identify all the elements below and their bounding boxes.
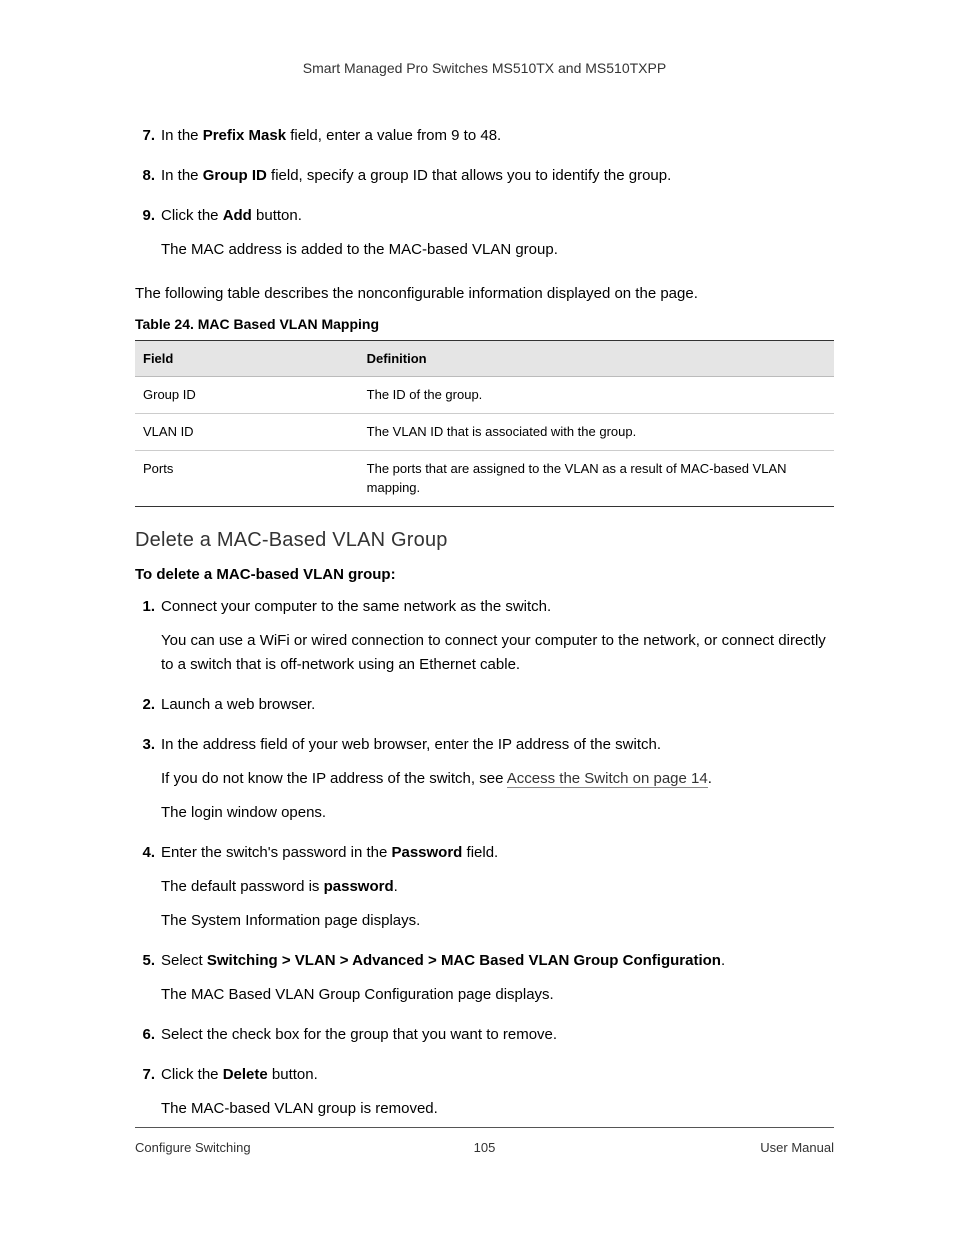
step-item: 8. In the Group ID field, specify a grou… <box>135 164 834 198</box>
text: . <box>721 952 725 969</box>
step-body: Enter the switch's password in the Passw… <box>161 841 834 943</box>
text: field, enter a value from 9 to 48. <box>286 127 501 144</box>
detail-text: You can use a WiFi or wired connection t… <box>161 629 834 677</box>
field-name: Prefix Mask <box>203 127 286 144</box>
cell-definition: The ID of the group. <box>359 377 834 414</box>
detail-text: The MAC Based VLAN Group Configuration p… <box>161 983 834 1007</box>
step-number: 2. <box>135 693 161 727</box>
button-name: Add <box>223 207 252 224</box>
step-number: 1. <box>135 595 161 687</box>
step-number: 4. <box>135 841 161 943</box>
step-item: 6. Select the check box for the group th… <box>135 1023 834 1057</box>
page-header-title: Smart Managed Pro Switches MS510TX and M… <box>135 60 834 76</box>
cell-definition: The ports that are assigned to the VLAN … <box>359 451 834 506</box>
page-footer: Configure Switching 105 User Manual <box>135 1127 834 1155</box>
detail-text: The default password is password. <box>161 875 834 899</box>
col-field: Field <box>135 341 359 377</box>
table-caption: Table 24. MAC Based VLAN Mapping <box>135 316 834 332</box>
table-row: VLAN ID The VLAN ID that is associated w… <box>135 414 834 451</box>
cell-field: Group ID <box>135 377 359 414</box>
steps-list-b: 1. Connect your computer to the same net… <box>135 595 834 1131</box>
text: button. <box>268 1066 318 1083</box>
text: In the <box>161 167 203 184</box>
step-body: In the Prefix Mask field, enter a value … <box>161 124 834 158</box>
text: In the address field of your web browser… <box>161 733 834 757</box>
step-number: 9. <box>135 204 161 272</box>
menu-path: Switching > VLAN > Advanced > MAC Based … <box>207 952 721 969</box>
field-name: Password <box>391 844 462 861</box>
text: Click the <box>161 207 223 224</box>
step-item: 9. Click the Add button. The MAC address… <box>135 204 834 272</box>
text: In the <box>161 127 203 144</box>
step-body: In the address field of your web browser… <box>161 733 834 835</box>
text: field, specify a group ID that allows yo… <box>267 167 671 184</box>
procedure-intro: To delete a MAC-based VLAN group: <box>135 566 834 583</box>
step-item: 2. Launch a web browser. <box>135 693 834 727</box>
steps-list-a: 7. In the Prefix Mask field, enter a val… <box>135 124 834 272</box>
table-header-row: Field Definition <box>135 341 834 377</box>
result-text: The MAC-based VLAN group is removed. <box>161 1097 834 1121</box>
step-number: 3. <box>135 733 161 835</box>
step-body: Select Switching > VLAN > Advanced > MAC… <box>161 949 834 1017</box>
detail-text: The login window opens. <box>161 801 834 825</box>
text: Click the <box>161 1066 223 1083</box>
text: If you do not know the IP address of the… <box>161 770 507 787</box>
text: . <box>394 878 398 895</box>
step-number: 8. <box>135 164 161 198</box>
cross-reference-link[interactable]: Access the Switch on page 14 <box>507 770 708 788</box>
table-row: Ports The ports that are assigned to the… <box>135 451 834 506</box>
detail-text: If you do not know the IP address of the… <box>161 767 834 791</box>
step-body: Connect your computer to the same networ… <box>161 595 834 687</box>
step-number: 6. <box>135 1023 161 1057</box>
text: . <box>708 770 712 787</box>
step-body: Select the check box for the group that … <box>161 1023 834 1057</box>
result-text: The MAC address is added to the MAC-base… <box>161 238 834 262</box>
cell-field: VLAN ID <box>135 414 359 451</box>
step-number: 5. <box>135 949 161 1017</box>
cell-definition: The VLAN ID that is associated with the … <box>359 414 834 451</box>
step-item: 3. In the address field of your web brow… <box>135 733 834 835</box>
default-value: password <box>324 878 394 895</box>
step-item: 7. In the Prefix Mask field, enter a val… <box>135 124 834 158</box>
field-name: Group ID <box>203 167 267 184</box>
text: Enter the switch's password in the <box>161 844 391 861</box>
page-number: 105 <box>135 1140 834 1155</box>
text: Launch a web browser. <box>161 693 834 717</box>
step-body: Click the Delete button. The MAC-based V… <box>161 1063 834 1131</box>
text: Select the check box for the group that … <box>161 1023 834 1047</box>
table-intro: The following table describes the noncon… <box>135 282 834 306</box>
step-number: 7. <box>135 124 161 158</box>
vlan-mapping-table: Field Definition Group ID The ID of the … <box>135 340 834 507</box>
step-item: 7. Click the Delete button. The MAC-base… <box>135 1063 834 1131</box>
text: button. <box>252 207 302 224</box>
step-item: 5. Select Switching > VLAN > Advanced > … <box>135 949 834 1017</box>
text: Select <box>161 952 207 969</box>
step-number: 7. <box>135 1063 161 1131</box>
button-name: Delete <box>223 1066 268 1083</box>
step-body: In the Group ID field, specify a group I… <box>161 164 834 198</box>
step-body: Click the Add button. The MAC address is… <box>161 204 834 272</box>
text: Connect your computer to the same networ… <box>161 595 834 619</box>
step-item: 4. Enter the switch's password in the Pa… <box>135 841 834 943</box>
text: The default password is <box>161 878 324 895</box>
table-row: Group ID The ID of the group. <box>135 377 834 414</box>
col-definition: Definition <box>359 341 834 377</box>
detail-text: The System Information page displays. <box>161 909 834 933</box>
section-heading: Delete a MAC-Based VLAN Group <box>135 529 834 552</box>
cell-field: Ports <box>135 451 359 506</box>
step-body: Launch a web browser. <box>161 693 834 727</box>
step-item: 1. Connect your computer to the same net… <box>135 595 834 687</box>
text: field. <box>462 844 498 861</box>
